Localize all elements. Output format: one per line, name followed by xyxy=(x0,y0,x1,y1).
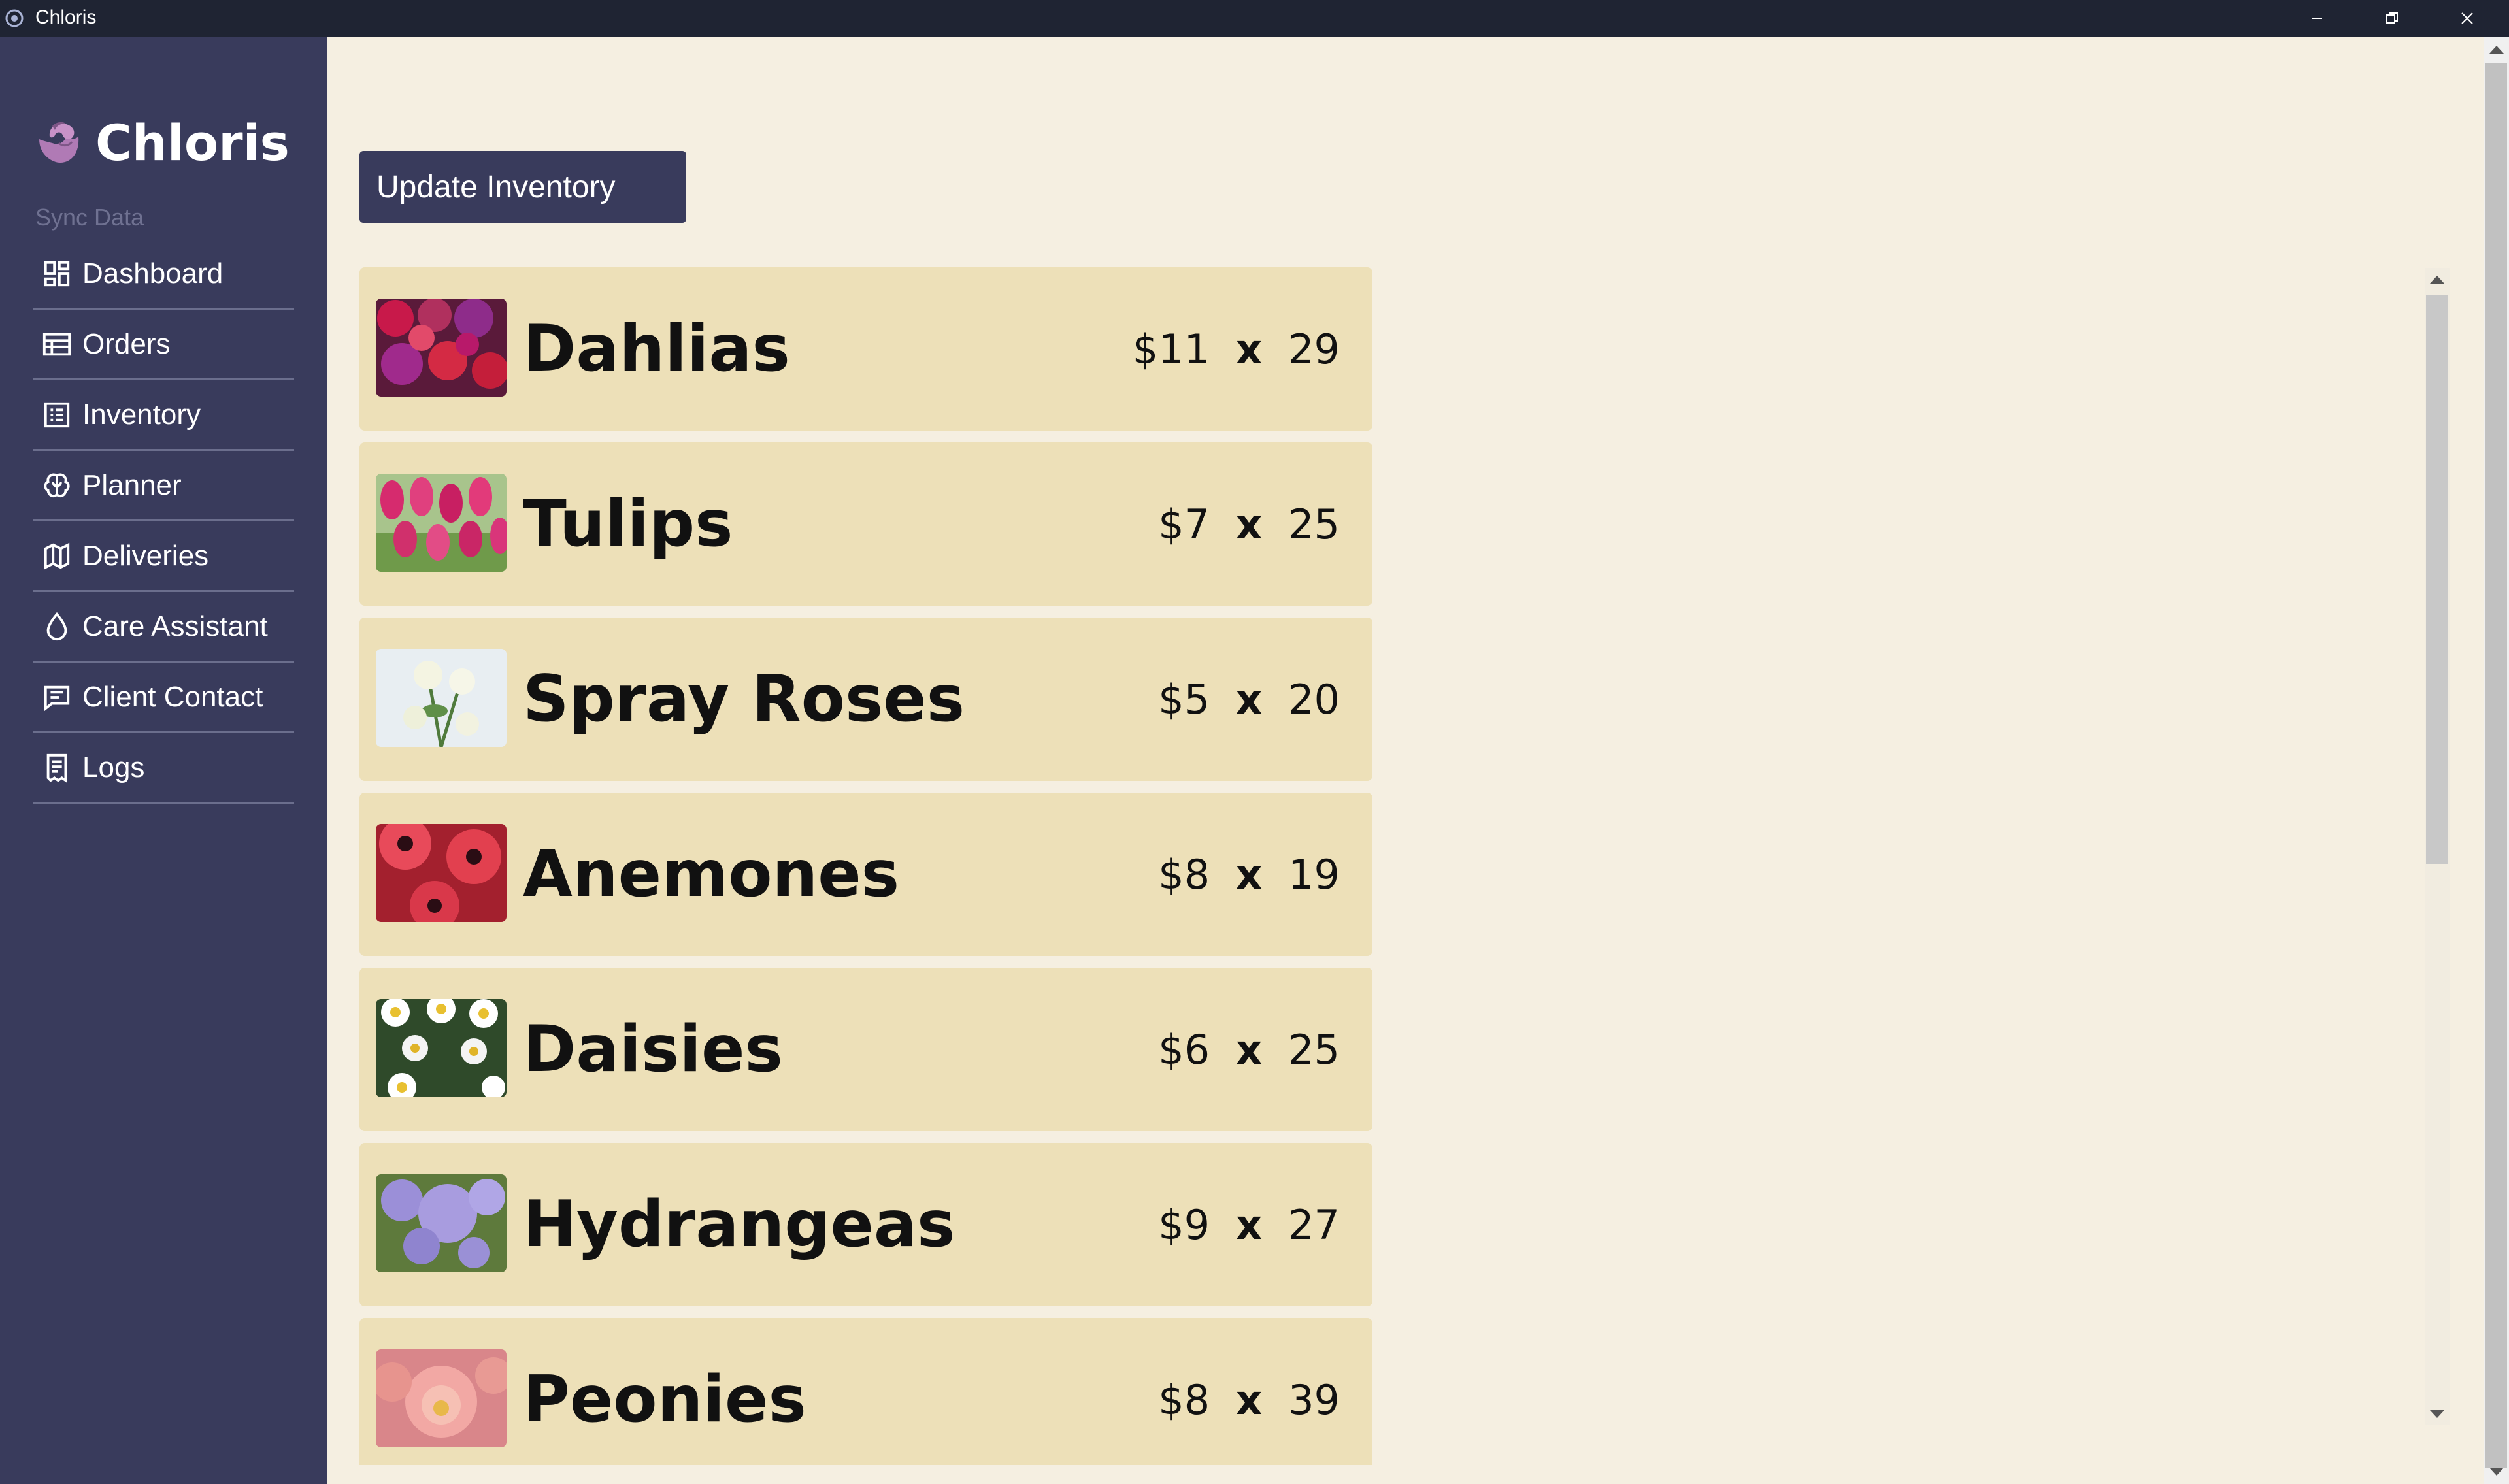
price: $11 xyxy=(1132,325,1210,373)
window-scrollbar[interactable] xyxy=(2484,37,2509,1484)
brand[interactable]: Chloris xyxy=(33,110,290,175)
price-quantity: $9 x 27 xyxy=(1158,1196,1340,1253)
price: $5 xyxy=(1158,675,1210,723)
inventory-row[interactable]: Daisies $6 x 25 xyxy=(359,968,1372,1131)
sidebar-item-orders[interactable]: Orders xyxy=(33,310,294,380)
price: $6 xyxy=(1158,1025,1210,1074)
dashboard-icon xyxy=(42,259,72,289)
table-icon xyxy=(42,329,72,359)
price: $9 xyxy=(1158,1200,1210,1249)
spray-roses-photo xyxy=(376,649,507,747)
inventory-row[interactable]: Peonies $8 x 39 xyxy=(359,1318,1372,1465)
rose-logo-icon xyxy=(33,117,84,168)
quantity: 29 xyxy=(1288,325,1340,373)
sidebar-item-label: Client Contact xyxy=(82,680,263,713)
sidebar-item-label: Logs xyxy=(82,751,145,783)
quantity: 39 xyxy=(1288,1376,1340,1424)
flower-name: Hydrangeas xyxy=(523,1187,955,1262)
inventory-row[interactable]: Anemones $8 x 19 xyxy=(359,793,1372,956)
inventory-row[interactable]: Hydrangeas $9 x 27 xyxy=(359,1143,1372,1306)
restore-button[interactable] xyxy=(2356,0,2428,37)
price-quantity: $6 x 25 xyxy=(1158,1021,1340,1078)
sidebar-item-care-assistant[interactable]: Care Assistant xyxy=(33,592,294,663)
flower-name: Daisies xyxy=(523,1012,783,1087)
sidebar-item-planner[interactable]: Planner xyxy=(33,451,294,521)
quantity: 19 xyxy=(1288,850,1340,899)
message-icon xyxy=(42,682,72,712)
flower-name: Dahlias xyxy=(523,312,790,386)
sidebar-item-label: Orders xyxy=(82,327,171,360)
minimize-icon xyxy=(2312,18,2322,19)
window-title: Chloris xyxy=(35,7,97,28)
sidebar-item-label: Inventory xyxy=(82,398,201,431)
hydrangeas-photo xyxy=(376,1174,507,1272)
price-quantity: $7 x 25 xyxy=(1158,496,1340,552)
price-quantity: $5 x 20 xyxy=(1158,671,1340,727)
flower-name: Spray Roses xyxy=(523,662,965,736)
price: $7 xyxy=(1158,500,1210,548)
anemones-photo xyxy=(376,824,507,922)
times-sign: x xyxy=(1236,1200,1263,1249)
flower-name: Anemones xyxy=(523,837,900,912)
scroll-down-arrow-icon[interactable] xyxy=(2430,1410,2444,1418)
sidebar-nav: Dashboard Orders Inventory Planner Deliv… xyxy=(33,239,294,804)
times-sign: x xyxy=(1236,1025,1263,1074)
scrollbar-thumb[interactable] xyxy=(2426,295,2448,864)
quantity: 27 xyxy=(1288,1200,1340,1249)
sidebar-item-dashboard[interactable]: Dashboard xyxy=(33,239,294,310)
scroll-up-arrow-icon[interactable] xyxy=(2430,276,2444,284)
title-bar: Chloris xyxy=(0,0,2509,37)
times-sign: x xyxy=(1236,850,1263,899)
droplet-icon xyxy=(42,612,72,642)
price-quantity: $8 x 39 xyxy=(1158,1372,1340,1428)
minimize-button[interactable] xyxy=(2281,0,2353,37)
tulips-photo xyxy=(376,474,507,572)
inventory-list[interactable]: Dahlias $11 x 29 Tulips $7 x 25 Spray Ro… xyxy=(359,267,1372,1465)
sidebar-item-client-contact[interactable]: Client Contact xyxy=(33,663,294,733)
list-icon xyxy=(42,400,72,430)
times-sign: x xyxy=(1236,500,1263,548)
app-icon xyxy=(4,8,25,29)
quantity: 20 xyxy=(1288,675,1340,723)
sidebar-item-label: Care Assistant xyxy=(82,610,268,642)
sidebar-item-label: Planner xyxy=(82,469,182,501)
update-inventory-button[interactable]: Update Inventory xyxy=(359,151,686,223)
brand-name: Chloris xyxy=(95,113,290,172)
receipt-icon xyxy=(42,753,72,783)
price-quantity: $8 x 19 xyxy=(1158,846,1340,902)
peonies-photo xyxy=(376,1349,507,1447)
dahlias-photo xyxy=(376,299,507,397)
price-quantity: $11 x 29 xyxy=(1133,321,1340,377)
sidebar-item-deliveries[interactable]: Deliveries xyxy=(33,521,294,592)
sidebar-item-logs[interactable]: Logs xyxy=(33,733,294,804)
map-icon xyxy=(42,541,72,571)
inventory-row[interactable]: Spray Roses $5 x 20 xyxy=(359,618,1372,781)
sidebar-item-label: Deliveries xyxy=(82,539,209,572)
inventory-scrollbar[interactable] xyxy=(2425,268,2450,1425)
quantity: 25 xyxy=(1288,500,1340,548)
times-sign: x xyxy=(1236,325,1263,373)
inventory-row[interactable]: Dahlias $11 x 29 xyxy=(359,267,1372,431)
close-icon xyxy=(2461,12,2473,24)
sidebar: Chloris Sync Data Dashboard Orders Inven… xyxy=(0,37,327,1484)
times-sign: x xyxy=(1236,675,1263,723)
restore-icon xyxy=(2386,12,2398,24)
close-button[interactable] xyxy=(2431,0,2503,37)
price: $8 xyxy=(1158,1376,1210,1424)
brain-icon xyxy=(42,470,72,501)
window-scrollbar-thumb[interactable] xyxy=(2485,63,2507,1468)
daisies-photo xyxy=(376,999,507,1097)
sidebar-item-label: Dashboard xyxy=(82,257,224,289)
window-scroll-down-icon[interactable] xyxy=(2489,1468,2504,1476)
inventory-row[interactable]: Tulips $7 x 25 xyxy=(359,442,1372,606)
quantity: 25 xyxy=(1288,1025,1340,1074)
price: $8 xyxy=(1158,850,1210,899)
window-scroll-up-icon[interactable] xyxy=(2489,46,2504,54)
sidebar-item-inventory[interactable]: Inventory xyxy=(33,380,294,451)
main-content: Update Inventory Dahlias $11 x 29 Tulips… xyxy=(327,37,2484,1484)
flower-name: Peonies xyxy=(523,1362,806,1437)
sync-data-link[interactable]: Sync Data xyxy=(35,204,144,231)
times-sign: x xyxy=(1236,1376,1263,1424)
flower-name: Tulips xyxy=(523,487,733,561)
